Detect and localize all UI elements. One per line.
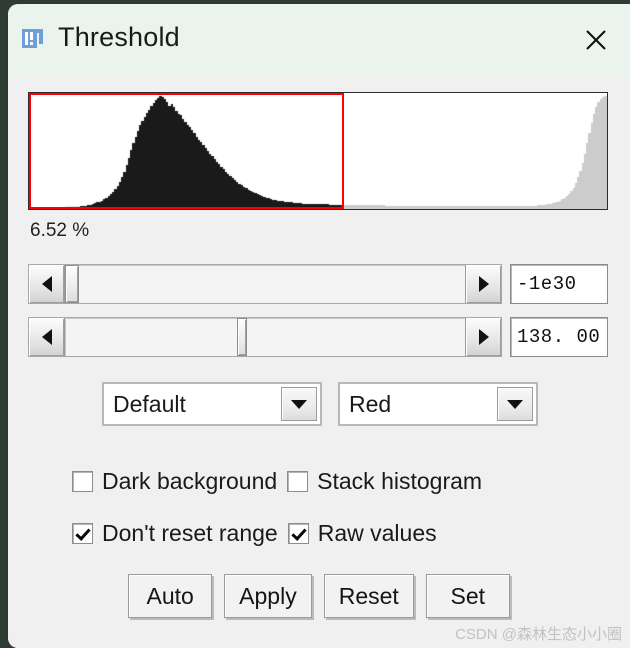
checkbox-stack-histogram-box[interactable] <box>287 471 309 492</box>
chevron-down-icon[interactable] <box>497 387 533 421</box>
min-threshold-slider[interactable] <box>28 264 502 304</box>
min-threshold-value[interactable]: -1e30 <box>510 264 608 304</box>
screenshot-root: Threshold 6.52 % -1e30 138. 00 Default R… <box>0 0 630 648</box>
threshold-dialog-window: Threshold 6.52 % -1e30 138. 00 Default R… <box>8 4 630 648</box>
histogram-canvas <box>29 93 607 209</box>
window-title: Threshold <box>58 22 180 52</box>
checkbox-stack-histogram-label: Stack histogram <box>317 468 483 494</box>
histogram-panel[interactable] <box>28 92 608 210</box>
watermark: CSDN @森林生态小小圈 <box>455 626 622 643</box>
max-threshold-slider-row: 138. 00 <box>28 317 608 357</box>
threshold-color-dropdown[interactable]: Red <box>338 382 538 426</box>
checkbox-dark-background-box[interactable] <box>72 471 93 492</box>
threshold-percent-label: 6.52 % <box>30 220 90 241</box>
triangle-left-icon[interactable] <box>29 318 65 356</box>
max-threshold-thumb[interactable] <box>236 318 247 356</box>
threshold-method-dropdown[interactable]: Default <box>102 382 322 426</box>
checkbox-raw-values-label: Raw values <box>317 520 437 546</box>
min-threshold-slider-row: -1e30 <box>28 264 608 304</box>
checkbox-dark-background[interactable]: Dark background <box>72 468 277 495</box>
checkbox-dont-reset-range[interactable]: Don't reset range <box>72 520 278 547</box>
triangle-right-icon[interactable] <box>465 265 501 303</box>
checkbox-row-2: Don't reset range Raw values <box>8 520 630 547</box>
checkbox-raw-values[interactable]: Raw values <box>287 520 437 547</box>
checkbox-dont-reset-range-label: Don't reset range <box>102 520 278 546</box>
checkbox-dark-background-label: Dark background <box>102 468 278 494</box>
imagej-icon <box>20 26 46 52</box>
min-threshold-thumb[interactable] <box>65 265 79 303</box>
checkbox-stack-histogram[interactable]: Stack histogram <box>287 468 482 495</box>
triangle-left-icon[interactable] <box>29 265 65 303</box>
threshold-method-value: Default <box>113 390 186 417</box>
title-bar: Threshold <box>8 4 630 74</box>
min-threshold-track[interactable] <box>65 265 465 303</box>
chevron-down-icon[interactable] <box>281 387 317 421</box>
threshold-color-value: Red <box>349 390 392 417</box>
apply-button[interactable]: Apply <box>224 574 312 618</box>
dialog-body: 6.52 % -1e30 138. 00 Default Red Dark ba… <box>8 74 630 648</box>
reset-button[interactable]: Reset <box>323 574 414 618</box>
close-icon[interactable] <box>576 20 616 60</box>
button-row: Auto Apply Reset Set <box>8 574 630 618</box>
max-threshold-slider[interactable] <box>28 317 502 357</box>
checkbox-row-1: Dark background Stack histogram <box>8 468 630 495</box>
max-threshold-value[interactable]: 138. 00 <box>510 317 608 357</box>
triangle-right-icon[interactable] <box>465 318 501 356</box>
auto-button[interactable]: Auto <box>128 574 213 618</box>
checkbox-dont-reset-range-box[interactable] <box>72 523 93 544</box>
checkbox-raw-values-box[interactable] <box>287 523 309 544</box>
max-threshold-track[interactable] <box>65 318 465 356</box>
set-button[interactable]: Set <box>425 574 510 618</box>
